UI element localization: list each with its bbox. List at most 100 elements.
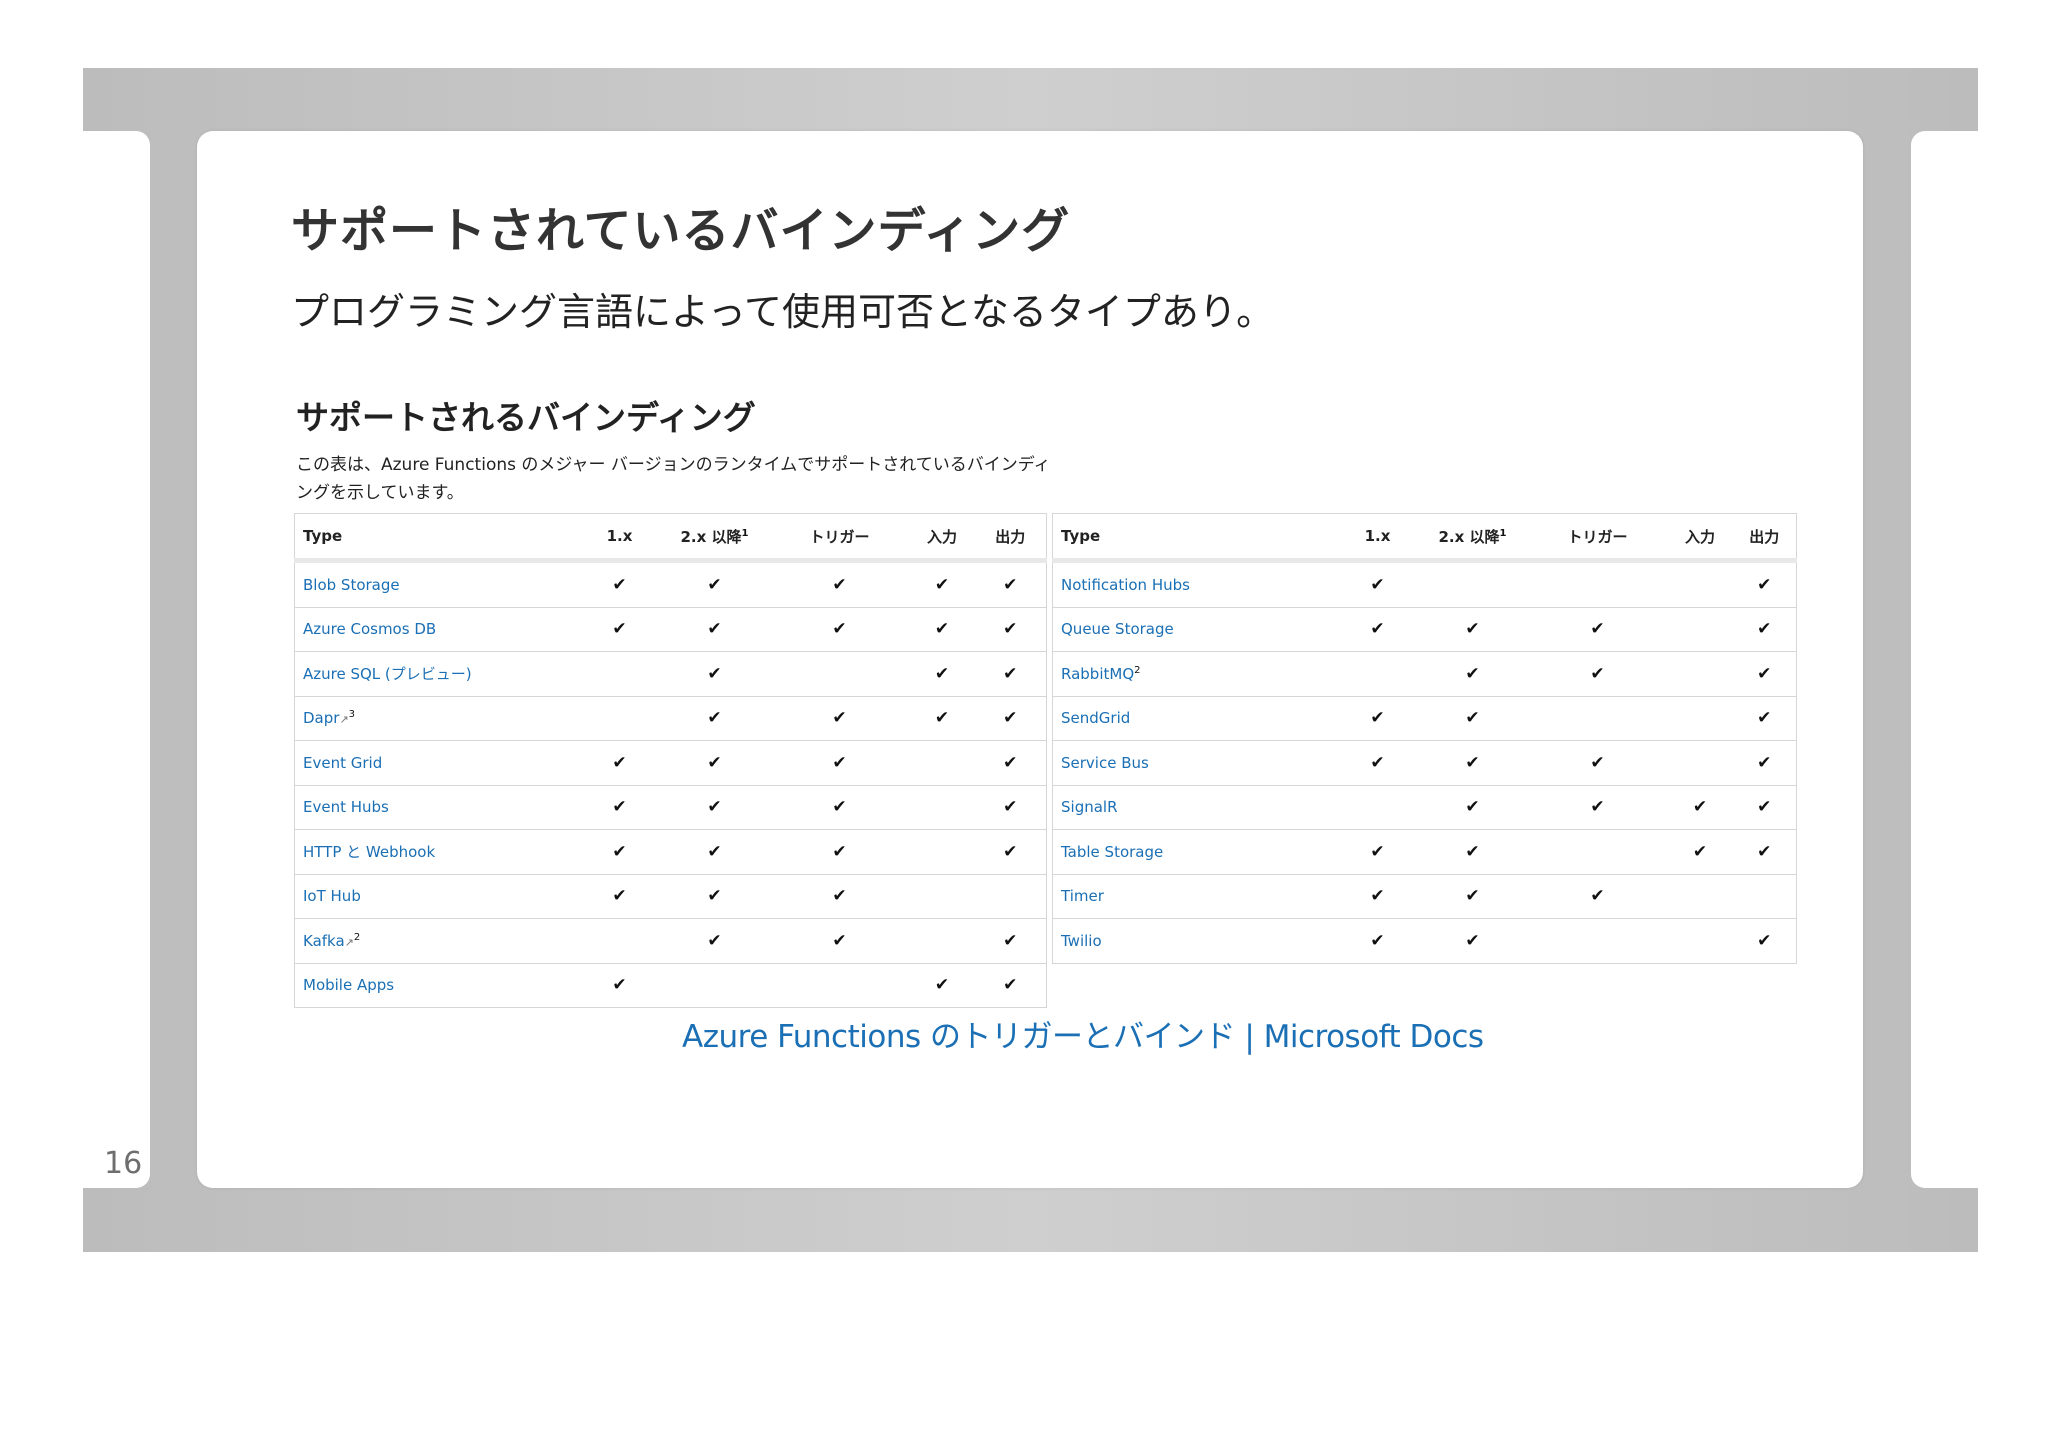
table-description: この表は、Azure Functions のメジャー バージョンのランタイムでサ… [296, 455, 1051, 503]
binding-name-link[interactable]: Timer [1061, 887, 1104, 905]
checkmark-icon: ✔ [1590, 619, 1605, 640]
checkmark-icon: ✔ [934, 619, 950, 640]
cell-input: ✔ [909, 607, 975, 652]
binding-name-link[interactable]: Queue Storage [1061, 620, 1174, 638]
binding-name-link[interactable]: Service Bus [1061, 754, 1149, 772]
cell-input [909, 918, 975, 964]
binding-name-cell[interactable]: IoT Hub [294, 874, 580, 919]
table-row: Event Hubs ✔ ✔ ✔ ✔ [294, 785, 1047, 830]
cell-input [909, 829, 975, 875]
binding-name-cell[interactable]: Twilio [1052, 918, 1338, 964]
binding-name-link[interactable]: Azure Cosmos DB [303, 620, 436, 638]
table-row: Blob Storage ✔ ✔ ✔ ✔ ✔ [294, 560, 1047, 608]
binding-name-cell[interactable]: RabbitMQ2 [1052, 651, 1338, 697]
table-row: SendGrid ✔ ✔ ✔ [1052, 696, 1797, 741]
cell-v2: ✔ [659, 607, 770, 652]
previous-slide-thumbnail[interactable] [83, 131, 150, 1188]
binding-name-cell[interactable]: Table Storage [1052, 829, 1338, 875]
cell-input [1667, 651, 1733, 697]
cell-input [1667, 874, 1733, 919]
checkmark-icon: ✔ [832, 708, 847, 729]
binding-name-link[interactable]: Blob Storage [303, 576, 400, 594]
checkmark-icon: ✔ [1590, 663, 1605, 684]
cell-input [1667, 607, 1733, 652]
binding-name-link[interactable]: HTTP と Webhook [303, 843, 435, 861]
cell-output: ✔ [1732, 918, 1797, 964]
cell-trigger [1527, 829, 1668, 875]
checkmark-icon: ✔ [1465, 619, 1480, 640]
binding-name-link[interactable]: RabbitMQ [1061, 665, 1134, 683]
binding-name-link[interactable]: Dapr [303, 709, 339, 727]
checkmark-icon: ✔ [707, 708, 722, 729]
checkmark-icon: ✔ [1757, 574, 1772, 595]
cell-output: ✔ [1732, 651, 1797, 697]
binding-name-cell[interactable]: SendGrid [1052, 696, 1338, 741]
cell-input [1667, 696, 1733, 741]
binding-name-link[interactable]: SignalR [1061, 798, 1118, 816]
binding-name-link[interactable]: Twilio [1061, 932, 1102, 950]
cell-v2: ✔ [659, 740, 770, 786]
binding-name-cell[interactable]: Service Bus [1052, 740, 1338, 786]
binding-name-cell[interactable]: SignalR [1052, 785, 1338, 830]
cell-output: ✔ [974, 785, 1047, 830]
binding-name-link[interactable]: Event Grid [303, 754, 382, 772]
page-number-left: 16 [104, 1146, 143, 1181]
table-header-row: Type 1.x 2.x 以降1 トリガー 入力 出力 [1052, 513, 1797, 563]
binding-name-link[interactable]: Kafka [303, 932, 345, 950]
cell-input [1667, 740, 1733, 786]
slide-title: サポートされているバインディング [291, 203, 1071, 259]
checkmark-icon: ✔ [707, 841, 722, 862]
cell-trigger [1527, 560, 1668, 608]
cell-v2: ✔ [659, 918, 770, 964]
binding-name-cell[interactable]: Queue Storage [1052, 607, 1338, 652]
checkmark-icon: ✔ [934, 708, 950, 729]
binding-name-cell[interactable]: HTTP と Webhook [294, 829, 580, 875]
header-1x: 1.x [1337, 513, 1418, 563]
binding-name-cell[interactable]: Kafka↗2 [294, 918, 580, 964]
binding-name-cell[interactable]: Notification Hubs [1052, 560, 1338, 608]
checkmark-icon: ✔ [832, 886, 847, 907]
cell-v2: ✔ [1417, 740, 1528, 786]
microsoft-docs-link[interactable]: Azure Functions のトリガーとバインド | Microsoft D… [682, 1011, 1484, 1056]
binding-name-link[interactable]: IoT Hub [303, 887, 361, 905]
next-slide-thumbnail[interactable] [1911, 131, 1978, 1188]
cell-trigger: ✔ [1527, 874, 1668, 919]
binding-name-cell[interactable]: Blob Storage [294, 560, 580, 608]
binding-name-cell[interactable]: Event Hubs [294, 785, 580, 830]
binding-name-link[interactable]: Notification Hubs [1061, 576, 1190, 594]
binding-name-link[interactable]: Table Storage [1061, 843, 1163, 861]
cell-v2: ✔ [659, 651, 770, 697]
binding-name-cell[interactable]: Timer [1052, 874, 1338, 919]
header-input: 入力 [909, 513, 975, 563]
cell-output: ✔ [974, 696, 1047, 741]
cell-trigger: ✔ [769, 918, 910, 964]
binding-name-link[interactable]: Mobile Apps [303, 976, 394, 994]
section-title: サポートされるバインディング [296, 398, 756, 437]
cell-v1: ✔ [1337, 740, 1418, 786]
footnote-marker: 1 [741, 527, 749, 539]
checkmark-icon: ✔ [832, 797, 847, 818]
cell-v2: ✔ [1417, 607, 1528, 652]
cell-v1: ✔ [1337, 607, 1418, 652]
binding-name-link[interactable]: Azure SQL (プレビュー) [303, 665, 472, 683]
binding-name-link[interactable]: Event Hubs [303, 798, 389, 816]
cell-v1: ✔ [579, 963, 660, 1008]
binding-name-cell[interactable]: Dapr↗3 [294, 696, 580, 741]
cell-trigger: ✔ [769, 696, 910, 741]
binding-name-cell[interactable]: Event Grid [294, 740, 580, 786]
binding-name-link[interactable]: SendGrid [1061, 709, 1130, 727]
cell-v1 [1337, 785, 1418, 830]
cell-v1 [1337, 651, 1418, 697]
checkmark-icon: ✔ [1003, 619, 1018, 640]
cell-v1: ✔ [579, 785, 660, 830]
header-2x-label: 2.x 以降 [680, 527, 742, 546]
binding-name-cell[interactable]: Mobile Apps [294, 963, 580, 1008]
cell-v2: ✔ [659, 874, 770, 919]
cell-input [909, 785, 975, 830]
checkmark-icon: ✔ [707, 663, 722, 684]
binding-name-cell[interactable]: Azure SQL (プレビュー) [294, 651, 580, 697]
checkmark-icon: ✔ [1003, 930, 1018, 951]
binding-name-cell[interactable]: Azure Cosmos DB [294, 607, 580, 652]
checkmark-icon: ✔ [1692, 797, 1708, 818]
cell-trigger: ✔ [1527, 785, 1668, 830]
